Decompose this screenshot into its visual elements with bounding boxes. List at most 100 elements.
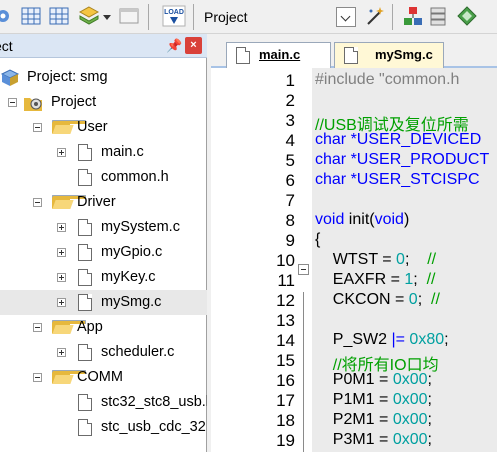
collapse-icon[interactable] — [33, 198, 42, 207]
editor-tabs: main.c mySmg.c — [211, 34, 497, 68]
collapse-icon[interactable] — [33, 373, 42, 382]
tree-item-file-main[interactable]: main.c — [0, 140, 207, 165]
line-number: 16 — [276, 371, 295, 390]
tree-label: myGpio.c — [101, 244, 163, 260]
expand-icon[interactable] — [57, 298, 66, 307]
line-number-gutter: 1 2 3 4 5 6 7 8 9 10 11 12 13 14 15 16 1… — [211, 68, 312, 452]
project-panel-header: ect 📌 × — [0, 34, 207, 58]
tree-label: scheduler.c — [101, 344, 175, 360]
tree-label: mySystem.c — [101, 219, 180, 235]
file-icon — [78, 394, 92, 411]
line-number: 6 — [285, 171, 295, 190]
fold-guide — [303, 292, 304, 452]
line-number: 5 — [285, 151, 295, 170]
code-line: CKCON = 0; // — [315, 291, 440, 309]
code-text: ; — [427, 391, 432, 408]
code-text: ; — [417, 291, 432, 308]
collapse-icon[interactable] — [33, 123, 42, 132]
layers-icon[interactable] — [428, 5, 450, 27]
code-text: CKCON = — [315, 291, 409, 308]
tree-label: Project — [51, 94, 97, 110]
toolbar-separator-3 — [392, 4, 393, 30]
number: 0 — [408, 291, 418, 308]
panel-title: ect — [0, 38, 13, 54]
tree-item-file-mysmg[interactable]: mySmg.c — [0, 290, 207, 315]
code-line: void init(void) — [315, 211, 409, 229]
code-text: ; — [444, 331, 449, 348]
code-text: WTST = — [315, 251, 397, 268]
stack-icon[interactable] — [78, 5, 100, 27]
keyword: void — [315, 211, 345, 228]
target-dropdown-button[interactable] — [336, 7, 356, 27]
number: 0 — [396, 251, 405, 268]
collapse-icon[interactable] — [33, 323, 42, 332]
toolbar-separator-2 — [193, 4, 194, 30]
tree-label: Driver — [77, 194, 116, 210]
target-icon — [24, 98, 42, 111]
folder-open-icon — [52, 320, 86, 334]
window-icon[interactable] — [118, 5, 140, 27]
diamond-icon[interactable] — [456, 5, 478, 27]
file-icon — [78, 219, 92, 236]
target-label: Project — [204, 9, 248, 25]
file-icon — [78, 169, 92, 186]
tab-mysmg-c[interactable]: mySmg.c — [334, 42, 444, 68]
code-text: ; — [427, 431, 432, 448]
code-text: P2M1 = — [315, 411, 393, 428]
tree-item-root[interactable]: Project: smg — [0, 65, 207, 90]
code-line: WTST = 0; // — [315, 251, 436, 269]
manage-icon[interactable] — [402, 5, 424, 27]
tree-item-file-mysystem[interactable]: mySystem.c — [0, 215, 207, 240]
tree-item-file-mygpio[interactable]: myGpio.c — [0, 240, 207, 265]
expand-icon[interactable] — [57, 148, 66, 157]
line-number: 7 — [285, 191, 295, 210]
tree-item-file-scheduler[interactable]: scheduler.c — [0, 340, 207, 365]
code-text: ; — [404, 251, 428, 268]
expand-icon[interactable] — [57, 223, 66, 232]
line-number: 17 — [276, 391, 295, 410]
tree-item-file-common[interactable]: common.h — [0, 165, 207, 190]
line-number: 11 — [277, 271, 295, 290]
number: 0x80 — [409, 331, 445, 348]
line-number: 14 — [276, 331, 295, 350]
tab-label: main.c — [259, 47, 301, 62]
expand-icon[interactable] — [57, 273, 66, 282]
tree-label: App — [77, 319, 103, 335]
grid-icon[interactable] — [20, 5, 42, 27]
toolbar: LOAD Project — [0, 0, 497, 34]
code-line: P0M1 = 0x00; — [315, 371, 432, 389]
project-panel: ect 📌 × Project: smg Project User main.c… — [0, 34, 207, 452]
code-text: *USER_STCISPC — [346, 171, 480, 188]
code-line: char *USER_DEVICED — [315, 131, 481, 149]
pin-icon[interactable]: 📌 — [166, 38, 182, 54]
collapse-icon[interactable] — [8, 98, 17, 107]
tab-main-c[interactable]: main.c — [226, 42, 331, 68]
tree-item-file-stc32-usb[interactable]: stc32_stc8_usb.h — [0, 390, 207, 415]
tree-item-file-stc-usb-cdc[interactable]: stc_usb_cdc_32.l — [0, 415, 207, 440]
magic-wand-icon[interactable] — [364, 5, 386, 27]
tree-item-folder-driver[interactable]: Driver — [0, 190, 207, 215]
close-panel-button[interactable]: × — [185, 37, 202, 54]
tree-item-project-group[interactable]: Project — [0, 90, 207, 115]
tree-item-folder-app[interactable]: App — [0, 315, 207, 340]
tree-label: COMM — [77, 369, 123, 385]
code-text: EAXFR = — [315, 271, 405, 288]
line-number: 18 — [276, 411, 295, 430]
tree-item-folder-user[interactable]: User — [0, 115, 207, 140]
line-number: 4 — [285, 131, 295, 150]
fold-collapse-icon[interactable] — [298, 264, 309, 275]
options-icon[interactable] — [0, 5, 14, 27]
line-number: 1 — [285, 71, 295, 90]
number: 0x00 — [392, 411, 428, 428]
line-number: 9 — [285, 231, 295, 250]
grid-icon-2[interactable] — [48, 5, 70, 27]
expand-icon[interactable] — [57, 248, 66, 257]
tree-item-file-mykey[interactable]: myKey.c — [0, 265, 207, 290]
number: 0x00 — [392, 371, 428, 388]
comment: // — [431, 291, 440, 308]
dropdown-arrow-icon[interactable] — [102, 12, 112, 22]
expand-icon[interactable] — [57, 348, 66, 357]
tree-item-folder-comm[interactable]: COMM — [0, 365, 207, 390]
load-icon[interactable]: LOAD — [162, 5, 186, 27]
code-text: P1M1 = — [315, 391, 393, 408]
